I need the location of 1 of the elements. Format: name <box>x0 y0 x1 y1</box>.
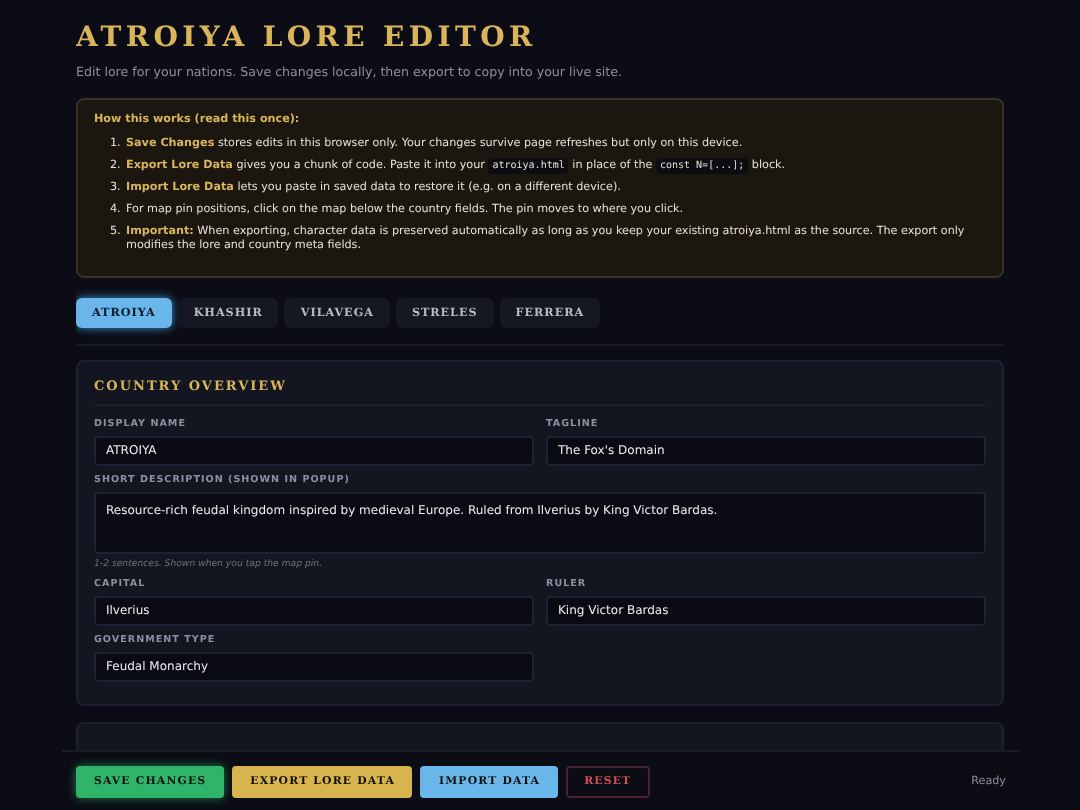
page-title: ATROIYA LORE EDITOR <box>76 22 539 54</box>
